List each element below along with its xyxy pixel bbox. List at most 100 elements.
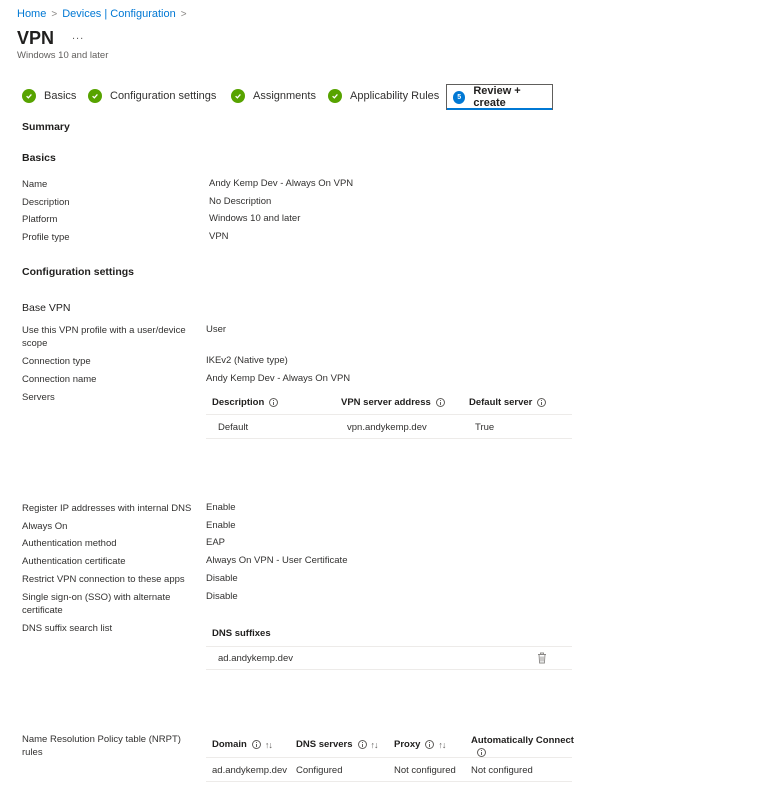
auth-cert-value: Always On VPN - User Certificate: [206, 555, 348, 566]
always-on-label: Always On: [22, 521, 68, 532]
nrpt-proxy-cell: Not configured: [394, 765, 456, 776]
column-header-text: Automatically Connect: [471, 735, 574, 746]
server-description-cell: Default: [218, 422, 249, 433]
dns-suffixes-col: DNS suffixes: [212, 628, 271, 639]
step-applicability-rules[interactable]: Applicability Rules: [328, 89, 439, 103]
scope-label-line: Use this VPN profile with a user/device: [22, 325, 186, 336]
column-header-text: Domain: [212, 739, 247, 750]
info-icon[interactable]: [251, 740, 261, 749]
basics-heading: Basics: [22, 152, 56, 164]
step-basics[interactable]: Basics: [22, 89, 76, 103]
table-divider: [206, 438, 572, 439]
nrpt-col-proxy[interactable]: Proxy ↑↓: [394, 739, 446, 750]
step-label: Applicability Rules: [350, 90, 440, 102]
info-icon[interactable]: [269, 398, 279, 407]
servers-col-description: Description: [212, 397, 279, 408]
step-number-badge: 5: [453, 90, 466, 104]
nrpt-dns-servers-cell: Configured: [296, 765, 343, 776]
auth-cert-label: Authentication certificate: [22, 556, 126, 567]
checkmark-icon: [231, 89, 245, 103]
description-value: No Description: [209, 196, 272, 207]
info-icon[interactable]: [435, 398, 445, 407]
scope-label-line: scope: [22, 338, 48, 349]
profile-type-label: Profile type: [22, 232, 70, 243]
restrict-apps-label: Restrict VPN connection to these apps: [22, 574, 185, 585]
nrpt-col-auto-connect: Automatically Connect: [471, 735, 574, 757]
sso-label-line: Single sign-on (SSO) with alternate: [22, 592, 171, 603]
sso-value: Disable: [206, 591, 238, 602]
nrpt-auto-connect-cell: Not configured: [471, 765, 533, 776]
info-icon[interactable]: [537, 398, 547, 407]
info-icon[interactable]: [357, 740, 367, 749]
summary-heading: Summary: [22, 121, 70, 133]
more-options-button[interactable]: ...: [72, 30, 84, 42]
step-review-create[interactable]: 5 Review + create: [446, 84, 553, 110]
column-header-text: VPN server address: [341, 397, 431, 408]
step-label: Configuration settings: [110, 90, 217, 102]
connection-type-value: IKEv2 (Native type): [206, 355, 288, 366]
servers-col-address: VPN server address: [341, 397, 445, 408]
register-ip-value: Enable: [206, 502, 236, 513]
server-default-cell: True: [475, 422, 495, 433]
breadcrumb: Home > Devices | Configuration >: [17, 8, 192, 20]
table-divider: [206, 646, 572, 647]
column-header-text: Proxy: [394, 739, 421, 750]
column-header-text: DNS servers: [296, 739, 353, 750]
step-label: Review + create: [473, 85, 521, 109]
scope-label: Use this VPN profile with a user/device …: [22, 324, 186, 350]
sso-label-line: certificate: [22, 605, 63, 616]
nrpt-domain-cell: ad.andykemp.dev: [212, 765, 287, 776]
connection-type-label: Connection type: [22, 356, 91, 367]
platform-label: Platform: [22, 214, 58, 225]
servers-label: Servers: [22, 392, 55, 403]
sort-icon[interactable]: ↑↓: [438, 740, 446, 750]
auth-method-value: EAP: [206, 537, 226, 548]
breadcrumb-separator: >: [180, 9, 187, 20]
description-label: Description: [22, 197, 70, 208]
checkmark-icon: [328, 89, 342, 103]
restrict-apps-value: Disable: [206, 573, 238, 584]
trash-icon[interactable]: [537, 652, 547, 667]
step-configuration-settings[interactable]: Configuration settings: [88, 89, 216, 103]
connection-name-label: Connection name: [22, 374, 97, 385]
step-label: Basics: [44, 90, 77, 102]
dns-suffix-cell: ad.andykemp.dev: [218, 653, 293, 664]
profile-type-value: VPN: [209, 231, 229, 242]
register-ip-label: Register IP addresses with internal DNS: [22, 503, 192, 514]
info-icon[interactable]: [425, 740, 435, 749]
step-label: Assignments: [253, 90, 316, 102]
nrpt-label: Name Resolution Policy table (NRPT) rule…: [22, 733, 181, 759]
nrpt-label-line: Name Resolution Policy table (NRPT): [22, 734, 181, 745]
checkmark-icon: [22, 89, 36, 103]
servers-col-default: Default server: [469, 397, 547, 408]
table-divider: [206, 414, 572, 415]
nrpt-label-line: rules: [22, 747, 43, 758]
nrpt-col-domain[interactable]: Domain ↑↓: [212, 739, 273, 750]
always-on-value: Enable: [206, 520, 236, 531]
step-assignments[interactable]: Assignments: [231, 89, 316, 103]
table-divider: [206, 669, 572, 670]
column-header-text: Description: [212, 397, 265, 408]
sort-icon[interactable]: ↑↓: [265, 740, 273, 750]
page-subtitle: Windows 10 and later: [17, 50, 109, 61]
name-label: Name: [22, 179, 48, 190]
auth-method-label: Authentication method: [22, 538, 117, 549]
breadcrumb-home-link[interactable]: Home: [17, 8, 46, 20]
breadcrumb-devices-link[interactable]: Devices | Configuration: [62, 8, 176, 20]
checkmark-icon: [88, 89, 102, 103]
scope-value: User: [206, 324, 227, 335]
table-divider: [206, 757, 572, 758]
table-divider: [206, 781, 572, 782]
platform-value: Windows 10 and later: [209, 213, 301, 224]
nrpt-col-dns-servers[interactable]: DNS servers ↑↓: [296, 739, 379, 750]
configuration-settings-heading: Configuration settings: [22, 266, 134, 278]
connection-name-value: Andy Kemp Dev - Always On VPN: [206, 373, 351, 384]
dns-suffix-label: DNS suffix search list: [22, 623, 113, 634]
sort-icon[interactable]: ↑↓: [371, 740, 379, 750]
sso-label: Single sign-on (SSO) with alternate cert…: [22, 591, 170, 617]
server-address-cell: vpn.andykemp.dev: [347, 422, 427, 433]
info-icon[interactable]: [477, 748, 486, 757]
base-vpn-heading: Base VPN: [22, 302, 71, 314]
name-value: Andy Kemp Dev - Always On VPN: [209, 178, 354, 189]
breadcrumb-separator: >: [51, 9, 58, 20]
